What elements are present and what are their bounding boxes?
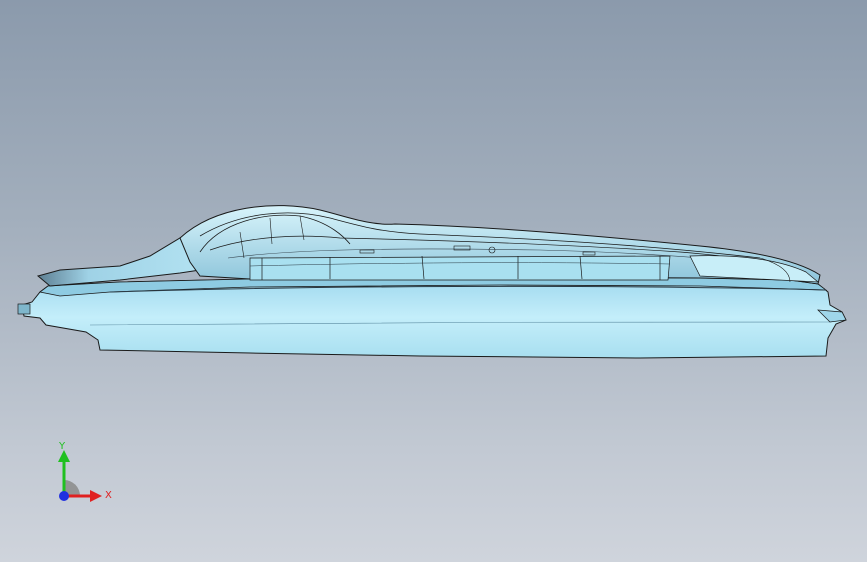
cad-3d-viewport[interactable]: Y X (0, 0, 867, 562)
z-axis-dot-icon (59, 491, 69, 501)
axis-triad: Y X (58, 441, 112, 502)
bow-tip (17, 303, 31, 315)
x-axis-label: X (105, 490, 112, 501)
y-axis-label: Y (58, 441, 66, 452)
side-window-strip (249, 255, 671, 281)
x-axis-arrow-icon (90, 490, 102, 502)
boat-hull-model[interactable] (0, 0, 867, 562)
